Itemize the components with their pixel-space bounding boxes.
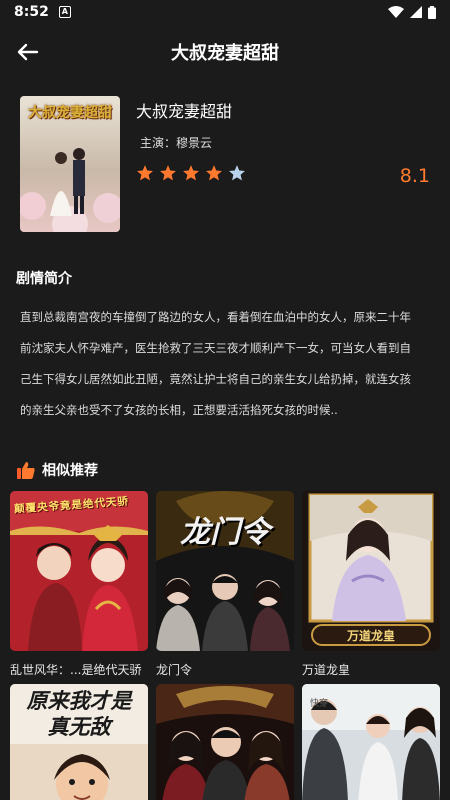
drama-cast: 主演：穆景云 — [140, 136, 213, 150]
star-filled-icon — [206, 165, 222, 181]
recommendations-heading: 相似推荐 — [42, 463, 98, 479]
recommendation-card[interactable]: 原来我才是真无敌 — [10, 684, 148, 800]
back-arrow-icon — [17, 43, 39, 61]
recommendation-cover: 龙门令 — [156, 491, 294, 651]
rating-stars — [136, 164, 246, 182]
drama-title: 大叔宠妻超甜 — [136, 102, 233, 121]
recommendations-header: 相似推荐 — [16, 460, 98, 480]
cover-title-art: 快穿 — [310, 699, 329, 709]
recommendation-card[interactable] — [156, 684, 294, 800]
recommendation-title: 龙门令 — [156, 663, 193, 677]
drama-detail: 大叔宠妻超甜 大叔宠妻超甜 主演：穆景云 8.1 — [20, 96, 440, 232]
app-bar: 大叔宠妻超甜 — [0, 24, 450, 80]
star-empty-icon — [229, 165, 245, 181]
recommendation-cover: 颠覆央爷竟是绝代天骄 — [10, 491, 148, 651]
poster-title-art: 大叔宠妻超甜 — [28, 105, 112, 121]
signal-icon — [410, 6, 422, 18]
back-button[interactable] — [14, 38, 42, 66]
synopsis-text: 直到总裁南宫夜的车撞倒了路边的女人，看着倒在血泊中的女人，原来二十年 前沈家夫人… — [20, 302, 434, 426]
cover-title-art: 原来我才是真无敌 — [26, 688, 132, 739]
recommendation-cover: 原来我才是真无敌 — [10, 684, 148, 800]
star-filled-icon — [183, 165, 199, 181]
recommendation-card[interactable]: 龙门令 龙门令 — [156, 491, 294, 678]
drama-poster: 大叔宠妻超甜 — [20, 96, 120, 232]
battery-icon — [428, 5, 436, 19]
cover-title-art: 万道龙皇 — [346, 629, 395, 643]
synopsis-heading: 剧情简介 — [16, 271, 72, 287]
synopsis-line: 己生下得女儿居然如此丑陋，竟然让护士将自己的亲生女儿给扔掉，就连女孩 — [20, 372, 411, 386]
drama-info: 大叔宠妻超甜 主演：穆景云 8.1 — [136, 96, 440, 232]
synopsis-line: 的亲生父亲也受不了女孩的长相，正想要活活掐死女孩的时候.. — [20, 403, 338, 417]
synopsis-line: 前沈家夫人怀孕难产，医生抢救了三天三夜才顺利产下一女，可当女人看到自 — [20, 341, 411, 355]
recommendation-cover — [156, 684, 294, 800]
recommendation-card[interactable]: 颠覆央爷竟是绝代天骄 乱世风华：...是绝代天骄 — [10, 491, 148, 678]
status-time: 8:52 — [14, 4, 49, 20]
recommendation-card[interactable]: 万道龙皇 万道龙皇 — [302, 491, 440, 678]
recommendation-title: 万道龙皇 — [302, 663, 351, 677]
notification-icon: A — [58, 6, 71, 18]
cover-title-art: 龙门令 — [180, 515, 270, 550]
page-title: 大叔宠妻超甜 — [171, 43, 279, 64]
thumbs-up-icon — [17, 462, 35, 479]
star-filled-icon — [137, 165, 153, 181]
wifi-icon — [388, 6, 404, 18]
rating-score: 8.1 — [399, 165, 430, 187]
synopsis-line: 直到总裁南宫夜的车撞倒了路边的女人，看着倒在血泊中的女人，原来二十年 — [20, 310, 411, 324]
recommendation-title: 乱世风华：...是绝代天骄 — [10, 663, 142, 677]
recommendation-cover: 万道龙皇 — [302, 491, 440, 651]
star-filled-icon — [160, 165, 176, 181]
status-bar: 8:52 A — [0, 0, 450, 24]
recommendation-card[interactable]: 快穿 — [302, 684, 440, 800]
recommendation-cover: 快穿 — [302, 684, 440, 800]
